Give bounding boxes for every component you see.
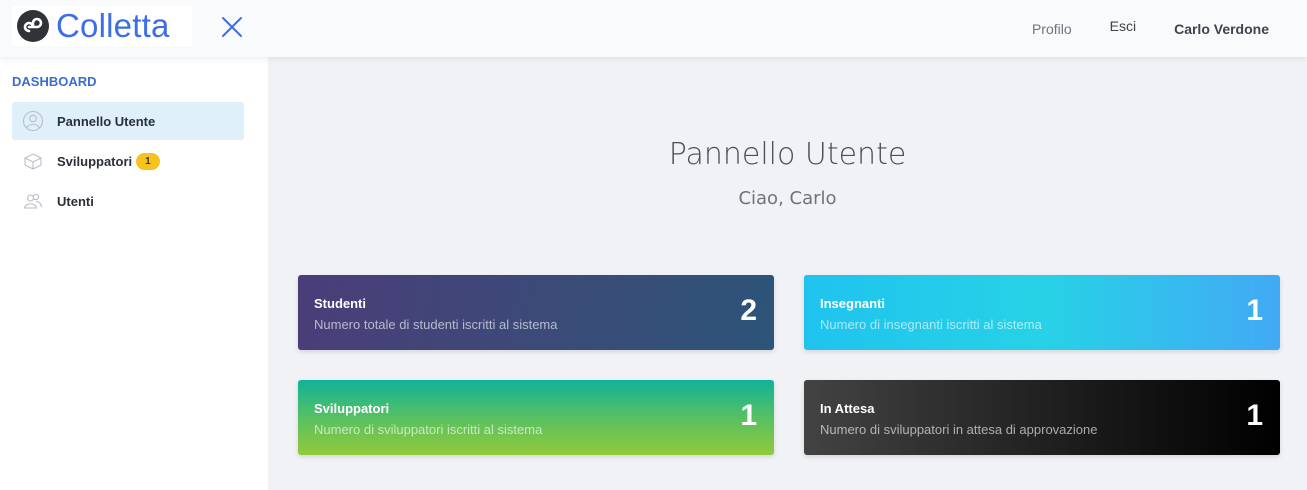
sidebar-heading[interactable]: DASHBOARD bbox=[12, 74, 97, 89]
close-menu-button[interactable] bbox=[219, 14, 245, 40]
sidebar: DASHBOARD Pannello Utente Sviluppatori 1 bbox=[0, 57, 268, 490]
sidebar-item-label: Pannello Utente bbox=[57, 113, 156, 129]
close-icon bbox=[222, 17, 242, 37]
top-nav: Profilo Esci Carlo Verdone bbox=[994, 0, 1269, 57]
sidebar-item-label: Utenti bbox=[57, 193, 94, 209]
sidebar-item-utenti[interactable]: Utenti bbox=[12, 182, 244, 220]
card-title: Studenti bbox=[314, 296, 366, 311]
card-value: 1 bbox=[1246, 294, 1263, 327]
card-description: Numero di insegnanti iscritti al sistema bbox=[820, 317, 1042, 332]
stat-card-insegnanti[interactable]: Insegnanti Numero di insegnanti iscritti… bbox=[804, 275, 1280, 350]
brand-name: Colletta bbox=[56, 7, 170, 44]
top-bar: Colletta Profilo Esci Carlo Verdone bbox=[0, 0, 1307, 57]
stat-card-studenti[interactable]: Studenti Numero totale di studenti iscri… bbox=[298, 275, 774, 350]
card-description: Numero totale di studenti iscritti al si… bbox=[314, 317, 558, 332]
main-content: Pannello Utente Ciao, Carlo Studenti Num… bbox=[268, 57, 1307, 490]
stat-card-sviluppatori[interactable]: Sviluppatori Numero di sviluppatori iscr… bbox=[298, 380, 774, 455]
card-description: Numero di sviluppatori in attesa di appr… bbox=[820, 422, 1098, 437]
card-title: Sviluppatori bbox=[314, 401, 390, 416]
card-title: Insegnanti bbox=[820, 296, 886, 311]
logout-link[interactable]: Esci bbox=[1110, 18, 1136, 34]
notification-badge: 1 bbox=[136, 152, 160, 170]
user-name-link[interactable]: Carlo Verdone bbox=[1174, 21, 1269, 37]
card-title: In Attesa bbox=[820, 401, 875, 416]
box-icon bbox=[22, 150, 44, 172]
card-value: 1 bbox=[740, 399, 757, 432]
page-title: Pannello Utente bbox=[668, 137, 907, 172]
logo[interactable]: Colletta bbox=[12, 6, 192, 46]
sidebar-item-pannello-utente[interactable]: Pannello Utente bbox=[12, 102, 244, 140]
card-value: 1 bbox=[1246, 399, 1263, 432]
users-icon bbox=[22, 190, 44, 212]
greeting-text: Ciao, Carlo bbox=[738, 188, 837, 209]
sidebar-item-sviluppatori[interactable]: Sviluppatori 1 bbox=[12, 142, 244, 180]
card-value: 2 bbox=[740, 294, 757, 327]
user-circle-icon bbox=[22, 110, 44, 132]
logo-icon bbox=[17, 10, 49, 42]
stat-card-in-attesa[interactable]: In Attesa Numero di sviluppatori in atte… bbox=[804, 380, 1280, 455]
profile-link[interactable]: Profilo bbox=[1032, 21, 1072, 37]
card-description: Numero di sviluppatori iscritti al siste… bbox=[314, 422, 543, 437]
sidebar-item-label: Sviluppatori bbox=[57, 153, 133, 169]
